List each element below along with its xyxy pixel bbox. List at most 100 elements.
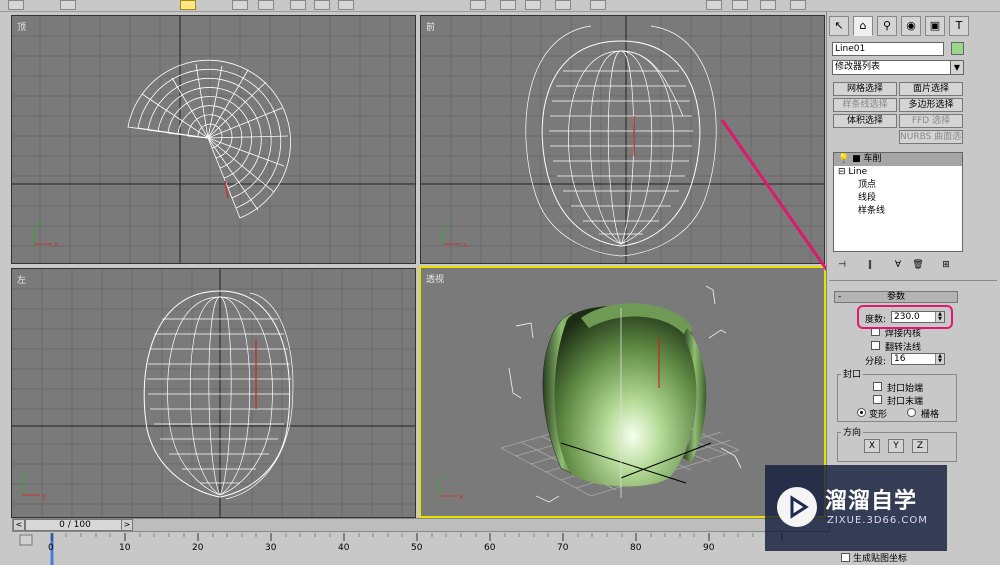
move-icon[interactable]: [290, 0, 306, 10]
spline-select-button[interactable]: 样条线选择: [833, 98, 897, 112]
window-crossing-icon[interactable]: [258, 0, 274, 10]
modify-tab-icon[interactable]: ⌂: [853, 16, 873, 36]
percent-snap-icon[interactable]: [525, 0, 541, 10]
divider: [829, 280, 997, 281]
scale-icon[interactable]: [338, 0, 354, 10]
utilities-tab-icon[interactable]: T: [949, 16, 969, 36]
degrees-highlight-box: [857, 305, 953, 329]
direction-z-button[interactable]: Z: [912, 439, 928, 453]
snap-icon[interactable]: [470, 0, 486, 10]
morph-label: 变形: [869, 410, 888, 420]
svg-text:z: z: [443, 472, 447, 480]
tick-label: 50: [411, 543, 423, 553]
prev-frame-icon[interactable]: <: [13, 519, 25, 531]
grid-label: 栅格: [921, 410, 940, 420]
object-color-swatch[interactable]: [951, 42, 964, 55]
mirror-icon[interactable]: [706, 0, 722, 10]
flip-normals-label: 翻转法线: [885, 343, 922, 353]
tick-label: 30: [265, 543, 277, 553]
svg-text:x: x: [463, 241, 467, 249]
left-view-canvas: z y: [12, 269, 415, 517]
watermark-title: 溜溜自学: [825, 489, 918, 514]
select-region-icon[interactable]: [232, 0, 248, 10]
poly-select-button[interactable]: 多边形选择: [899, 98, 963, 112]
cap-end-label: 封口末端: [887, 397, 924, 407]
rotate-icon[interactable]: [314, 0, 330, 10]
tick-label: 70: [557, 543, 569, 553]
tick-label: 80: [630, 543, 642, 553]
gen-mapping-checkbox[interactable]: [841, 553, 850, 562]
grid-radio[interactable]: [907, 408, 916, 417]
viewport-left[interactable]: 左 z y: [11, 268, 416, 518]
collapse-icon[interactable]: -: [838, 292, 841, 302]
ffd-select-button[interactable]: FFD 选择: [899, 114, 963, 128]
modifier-list-label: 修改器列表: [835, 62, 881, 72]
stack-toolbar: ⊣ ‖ ∀ 🗑 ⊞: [835, 258, 965, 272]
modifier-stack[interactable]: 💡 ■ 车削 ⊟ Line 顶点 线段 样条线: [833, 152, 963, 252]
tick-label: 20: [192, 543, 204, 553]
tick-label: 90: [703, 543, 715, 553]
link-icon[interactable]: [60, 0, 76, 10]
svg-text:y: y: [42, 492, 46, 500]
stack-sub-spline[interactable]: 样条线: [834, 205, 962, 218]
display-tab-icon[interactable]: ▣: [925, 16, 945, 36]
svg-text:x: x: [459, 493, 463, 501]
direction-x-button[interactable]: X: [864, 439, 880, 453]
svg-text:z: z: [26, 471, 30, 479]
time-slider[interactable]: < 0 / 100 >: [12, 518, 830, 532]
show-end-result-icon[interactable]: ‖: [863, 258, 877, 272]
modifier-list-dropdown[interactable]: 修改器列表 ▼: [832, 60, 964, 75]
next-frame-icon[interactable]: >: [121, 519, 133, 531]
chevron-down-icon[interactable]: ▼: [950, 61, 963, 74]
nurbs-surface-select-button[interactable]: NURBS 曲面选择: [899, 130, 963, 144]
viewport-top[interactable]: 顶 y x: [11, 15, 416, 264]
remove-modifier-icon[interactable]: 🗑: [911, 258, 925, 272]
top-view-canvas: y x: [12, 16, 415, 263]
patch-select-button[interactable]: 面片选择: [899, 82, 963, 96]
material-editor-icon[interactable]: [790, 0, 806, 10]
motion-tab-icon[interactable]: ◉: [901, 16, 921, 36]
panel-tabs: ↖ ⌂ ⚲ ◉ ▣ T: [829, 16, 997, 38]
cap-start-label: 封口始端: [887, 384, 924, 394]
watermark-subtitle: ZIXUE.3D66.COM: [827, 515, 928, 526]
segments-spinner[interactable]: 16 ▲ ▼: [891, 353, 945, 365]
undo-icon[interactable]: [8, 0, 24, 10]
cap-start-checkbox[interactable]: [873, 382, 882, 391]
tick-label: 10: [119, 543, 131, 553]
watermark-overlay: 溜溜自学 ZIXUE.3D66.COM: [765, 465, 947, 551]
stack-item-lathe[interactable]: 💡 ■ 车削: [834, 153, 962, 166]
svg-text:x: x: [54, 241, 58, 249]
direction-group-title: 方向: [841, 425, 864, 438]
svg-text:y: y: [38, 220, 42, 228]
select-object-icon[interactable]: [180, 0, 196, 10]
angle-snap-icon[interactable]: [500, 0, 516, 10]
track-bar[interactable]: 0 10 20 30 40 50 60 70 80 90: [0, 533, 830, 565]
configure-sets-icon[interactable]: ⊞: [939, 258, 953, 272]
parameters-rollout-header[interactable]: - 参数: [834, 291, 958, 303]
tick-label: 40: [338, 543, 350, 553]
volume-select-button[interactable]: 体积选择: [833, 114, 897, 128]
gen-mapping-label: 生成贴图坐标: [853, 554, 908, 564]
make-unique-icon[interactable]: ∀: [891, 258, 905, 272]
curve-editor-icon[interactable]: [760, 0, 776, 10]
named-selection-icon[interactable]: [590, 0, 606, 10]
align-icon[interactable]: [732, 0, 748, 10]
cap-end-checkbox[interactable]: [873, 395, 882, 404]
stack-sub-vertex[interactable]: 顶点: [834, 179, 962, 192]
mesh-select-button[interactable]: 网格选择: [833, 82, 897, 96]
time-slider-thumb[interactable]: 0 / 100: [25, 519, 125, 531]
morph-radio[interactable]: [857, 408, 866, 417]
tick-label: 0: [48, 543, 54, 553]
hierarchy-tab-icon[interactable]: ⚲: [877, 16, 897, 36]
spinner-arrows-icon[interactable]: ▲ ▼: [935, 354, 944, 364]
segments-label: 分段:: [865, 357, 887, 367]
stack-sub-segment[interactable]: 线段: [834, 192, 962, 205]
stack-item-line[interactable]: ⊟ Line: [834, 166, 962, 179]
svg-text:z: z: [447, 220, 451, 228]
pin-stack-icon[interactable]: ⊣: [835, 258, 849, 272]
flip-normals-checkbox[interactable]: [871, 341, 880, 350]
create-tab-icon[interactable]: ↖: [829, 16, 849, 36]
object-name-field[interactable]: Line01: [832, 42, 944, 56]
direction-y-button[interactable]: Y: [888, 439, 904, 453]
spinner-snap-icon[interactable]: [555, 0, 571, 10]
